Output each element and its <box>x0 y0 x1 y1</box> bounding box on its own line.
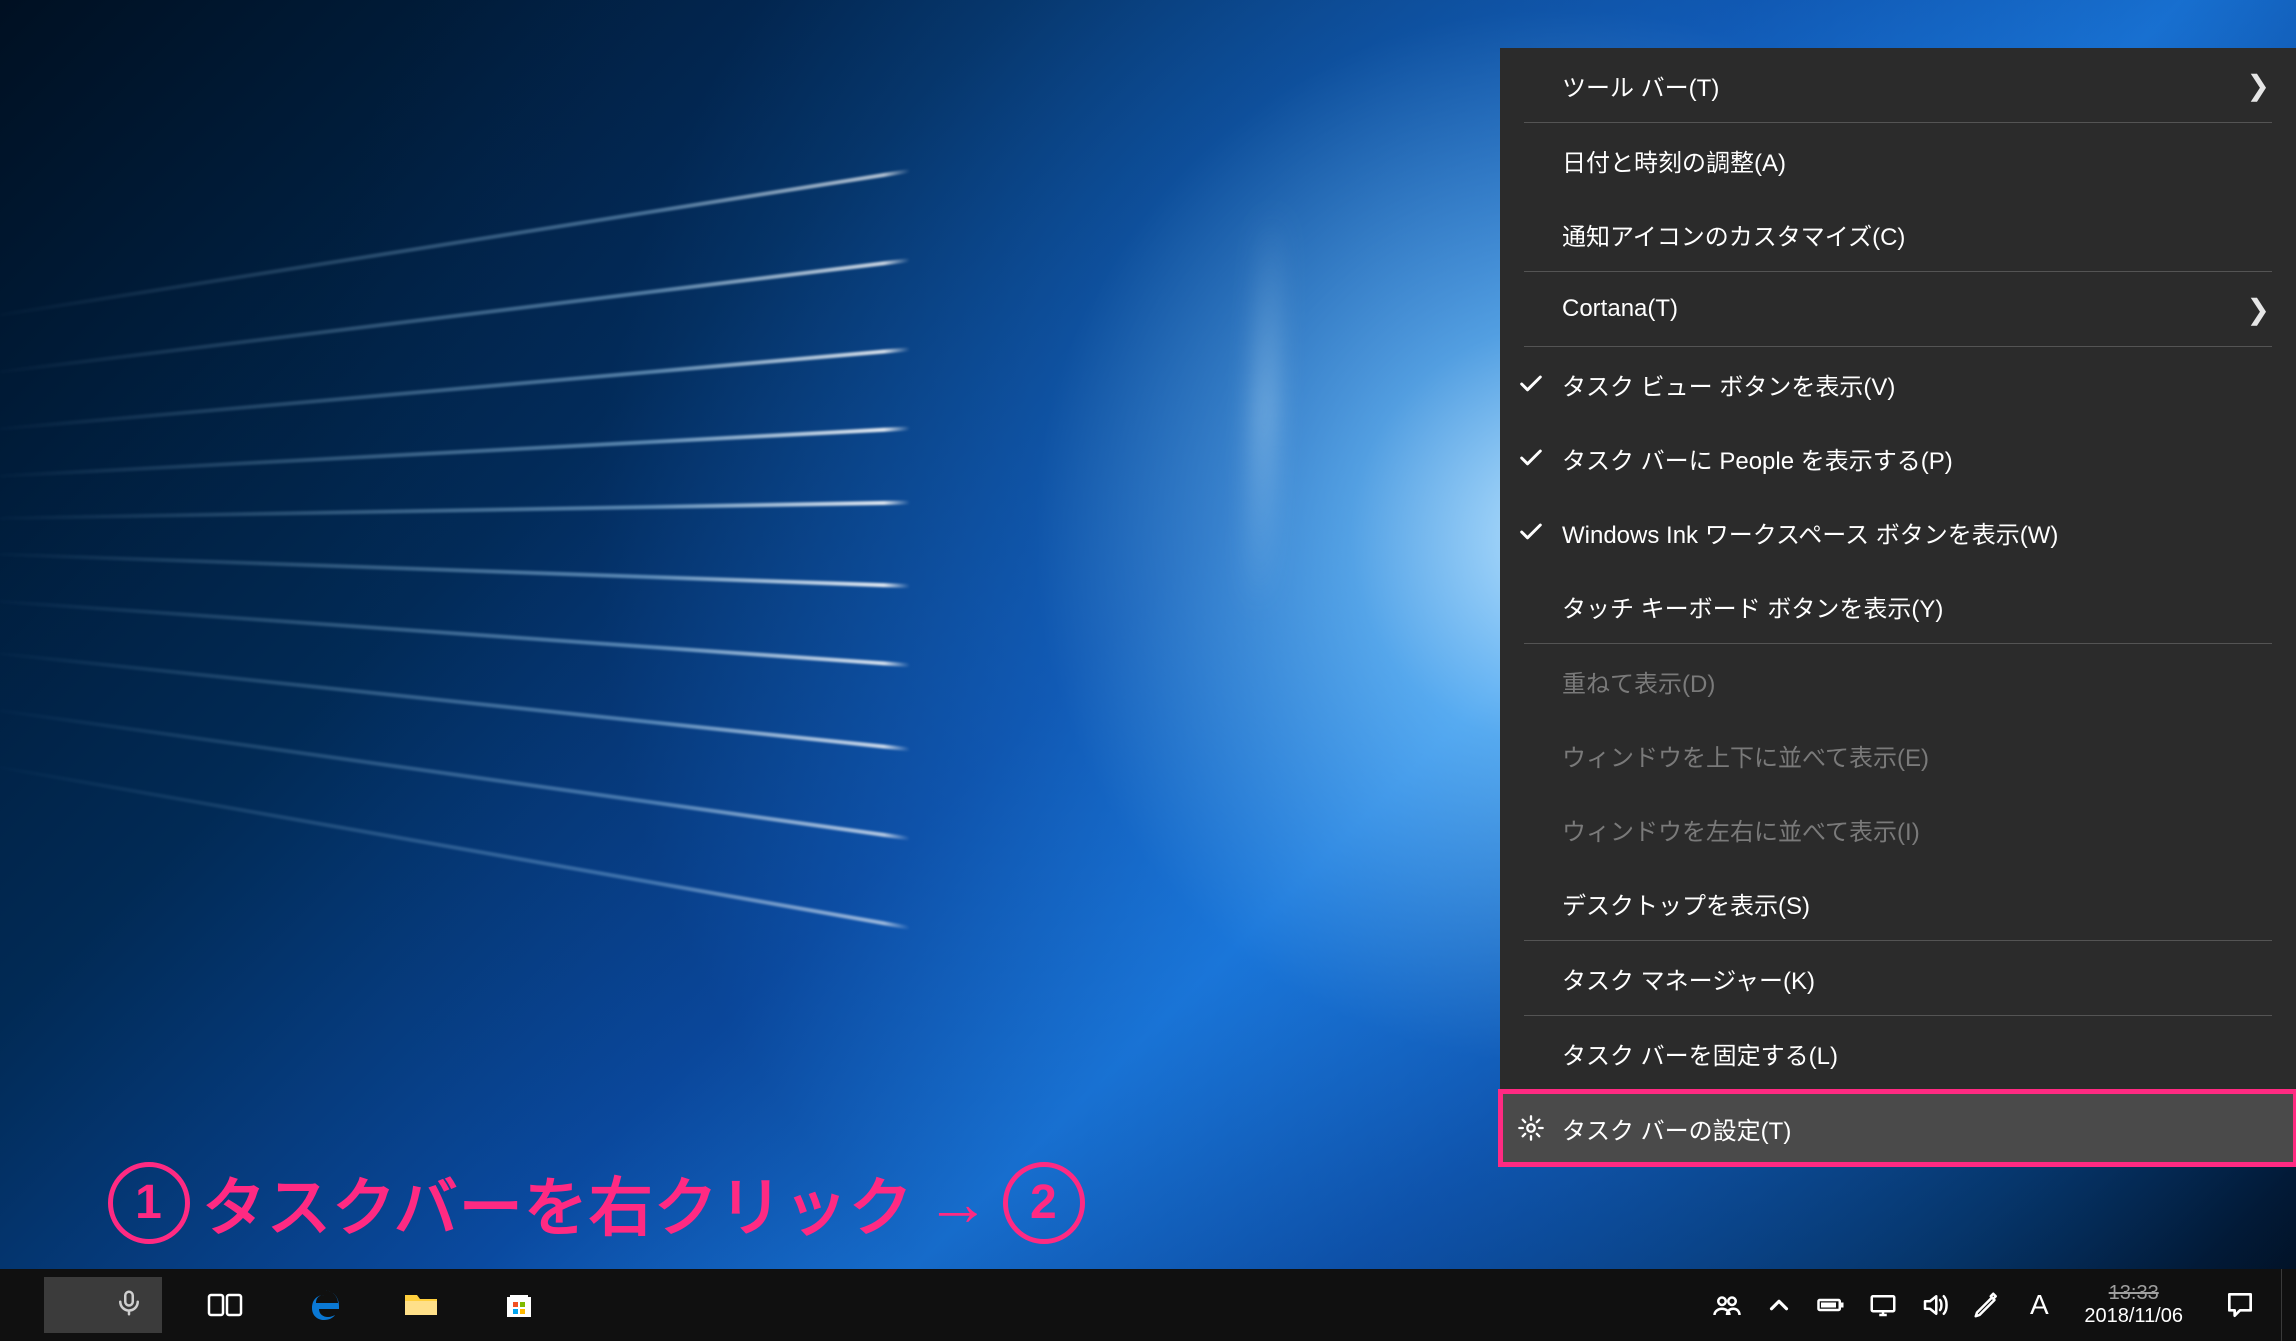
taskbar[interactable]: A 13:33 2018/11/06 <box>0 1269 2296 1341</box>
annotation-step-1-number: 1 <box>108 1162 190 1244</box>
menu-item-customize-notification-icons[interactable]: 通知アイコンのカスタマイズ(C) <box>1500 197 2296 271</box>
menu-item-show-people[interactable]: タスク バーに People を表示する(P) <box>1500 421 2296 495</box>
menu-item-label: ツール バー(T) <box>1562 68 2247 103</box>
menu-item-toolbars[interactable]: ツール バー(T) ❯ <box>1500 48 2296 122</box>
menu-item-task-manager[interactable]: タスク マネージャー(K) <box>1500 941 2296 1015</box>
ime-letter: A <box>2030 1289 2049 1321</box>
chevron-right-icon: ❯ <box>2247 69 2270 102</box>
menu-item-label: デスクトップを表示(S) <box>1562 886 2270 921</box>
menu-item-show-windows-ink-button[interactable]: Windows Ink ワークスペース ボタンを表示(W) <box>1500 495 2296 569</box>
menu-item-stack-windows: ウィンドウを上下に並べて表示(E) <box>1500 718 2296 792</box>
menu-item-label: タスク マネージャー(K) <box>1562 961 2270 996</box>
taskbar-show-desktop-button[interactable] <box>2281 1269 2296 1341</box>
menu-item-side-by-side-windows: ウィンドウを左右に並べて表示(I) <box>1500 792 2296 866</box>
tray-network-icon[interactable] <box>1860 1269 1906 1341</box>
menu-item-label: タッチ キーボード ボタンを表示(Y) <box>1562 589 2270 624</box>
check-icon <box>1500 444 1562 472</box>
menu-item-cortana[interactable]: Cortana(T) ❯ <box>1500 272 2296 346</box>
taskbar-task-view-button[interactable] <box>190 1269 260 1341</box>
tray-ime-indicator[interactable]: A <box>2016 1269 2062 1341</box>
chevron-right-icon: ❯ <box>2247 293 2270 326</box>
check-icon <box>1500 370 1562 398</box>
taskbar-clock[interactable]: 13:33 2018/11/06 <box>2068 1282 2199 1328</box>
menu-item-label: Cortana(T) <box>1562 295 2247 323</box>
tray-overflow-icon[interactable] <box>1756 1269 1802 1341</box>
menu-item-label: タスク バーを固定する(L) <box>1562 1036 2270 1071</box>
search-box[interactable] <box>44 1277 162 1333</box>
gear-icon <box>1500 1114 1562 1142</box>
menu-item-show-desktop[interactable]: デスクトップを表示(S) <box>1500 866 2296 940</box>
menu-item-adjust-date-time[interactable]: 日付と時刻の調整(A) <box>1500 123 2296 197</box>
menu-item-show-task-view-button[interactable]: タスク ビュー ボタンを表示(V) <box>1500 347 2296 421</box>
clock-date: 2018/11/06 <box>2084 1305 2183 1328</box>
tray-people-icon[interactable] <box>1704 1269 1750 1341</box>
menu-item-lock-taskbar[interactable]: タスク バーを固定する(L) <box>1500 1016 2296 1090</box>
menu-item-label: 重ねて表示(D) <box>1562 664 2270 699</box>
menu-item-label: ウィンドウを左右に並べて表示(I) <box>1562 812 2270 847</box>
menu-item-label: タスク ビュー ボタンを表示(V) <box>1562 367 2270 402</box>
clock-time: 13:33 <box>2109 1282 2159 1305</box>
check-icon <box>1500 518 1562 546</box>
annotation-overlay: 1 タスクバーを右クリック → 2 <box>108 1157 1085 1249</box>
taskbar-file-explorer-icon[interactable] <box>386 1269 456 1341</box>
menu-item-label: タスク バーに People を表示する(P) <box>1562 441 2270 476</box>
menu-item-label: タスク バーの設定(T) <box>1562 1111 2270 1146</box>
tray-volume-icon[interactable] <box>1912 1269 1958 1341</box>
taskbar-store-icon[interactable] <box>484 1269 554 1341</box>
menu-item-taskbar-settings[interactable]: タスク バーの設定(T) <box>1500 1091 2296 1165</box>
annotation-step-2-number: 2 <box>1003 1162 1085 1244</box>
annotation-arrow: → <box>926 1166 991 1240</box>
tray-windows-ink-icon[interactable] <box>1964 1269 2010 1341</box>
menu-item-show-touch-keyboard-button[interactable]: タッチ キーボード ボタンを表示(Y) <box>1500 569 2296 643</box>
taskbar-edge-icon[interactable] <box>288 1269 358 1341</box>
menu-item-label: ウィンドウを上下に並べて表示(E) <box>1562 738 2270 773</box>
menu-item-label: Windows Ink ワークスペース ボタンを表示(W) <box>1562 515 2270 550</box>
menu-item-label: 日付と時刻の調整(A) <box>1562 143 2270 178</box>
menu-item-label: 通知アイコンのカスタマイズ(C) <box>1562 217 2270 252</box>
annotation-step-1-text: タスクバーを右クリック <box>202 1157 914 1249</box>
tray-battery-icon[interactable] <box>1808 1269 1854 1341</box>
taskbar-action-center-icon[interactable] <box>2205 1269 2275 1341</box>
menu-item-cascade-windows: 重ねて表示(D) <box>1500 644 2296 718</box>
taskbar-context-menu: ツール バー(T) ❯ 日付と時刻の調整(A) 通知アイコンのカスタマイズ(C)… <box>1500 48 2296 1165</box>
microphone-icon <box>114 1288 144 1323</box>
